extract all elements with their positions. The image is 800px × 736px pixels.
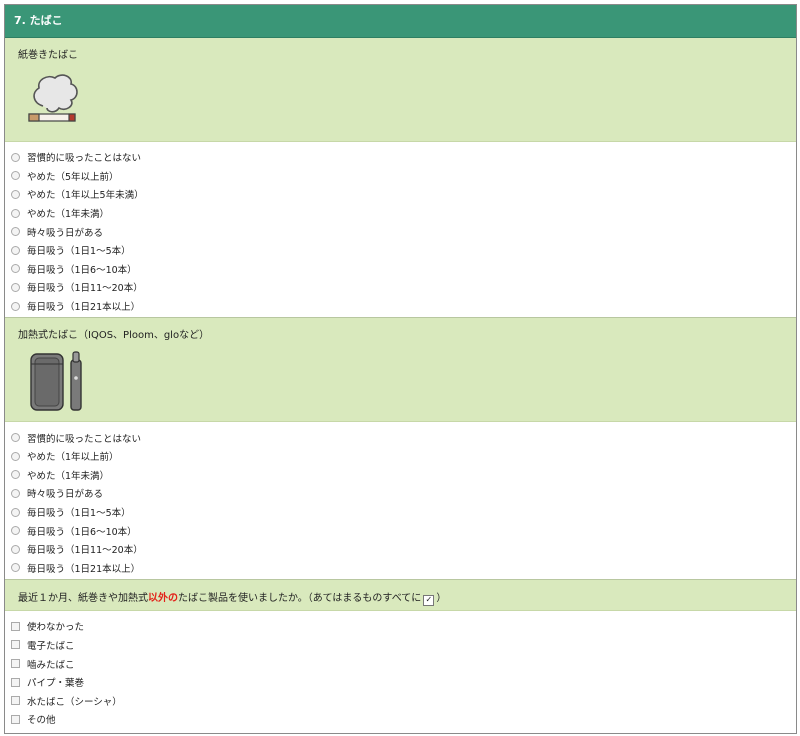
radio-button[interactable] [11, 433, 20, 443]
option-radio[interactable]: 毎日吸う（1日11～20本） [5, 278, 796, 297]
cigarette-options: 習慣的に吸ったことはない やめた（5年以上前） やめた（1年以上5年未満） やめ… [5, 142, 796, 317]
other-tobacco-options: 使わなかった 電子たばこ 嚙みたばこ パイプ・葉巻 水たばこ（シーシャ） その他 [5, 611, 796, 731]
option-radio[interactable]: 習慣的に吸ったことはない [5, 428, 796, 447]
option-radio[interactable]: 毎日吸う（1日6～10本） [5, 260, 796, 279]
radio-button[interactable] [11, 544, 20, 554]
radio-button[interactable] [11, 152, 20, 162]
radio-button[interactable] [11, 171, 20, 181]
heated-tobacco-options: 習慣的に吸ったことはない やめた（1年以上前） やめた（1年未満） 時々吸う日が… [5, 422, 796, 579]
question-panel: 7. たばこ 紙巻きたばこ 習慣的に吸ったことはない やめた（5年以上前） やめ… [4, 4, 797, 734]
option-radio[interactable]: 毎日吸う（1日6～10本） [5, 521, 796, 540]
option-radio[interactable]: やめた（5年以上前） [5, 167, 796, 186]
checkbox[interactable] [11, 696, 20, 706]
question-other-tobacco: 最近１か月、紙巻きや加熱式以外のたばこ製品を使いましたか。（あてはまるものすべて… [5, 579, 796, 612]
checkbox[interactable] [11, 714, 20, 724]
radio-button[interactable] [11, 526, 20, 536]
radio-button[interactable] [11, 282, 20, 292]
question-cigarette: 紙巻きたばこ [5, 38, 796, 142]
check-mark-icon: ✓ [423, 595, 435, 607]
option-radio[interactable]: 毎日吸う（1日1～5本） [5, 241, 796, 260]
radio-button[interactable] [11, 470, 20, 480]
option-radio[interactable]: やめた（1年未満） [5, 466, 796, 485]
option-checkbox[interactable]: 嚙みたばこ [5, 654, 796, 673]
radio-button[interactable] [11, 208, 20, 218]
question-title: 加熱式たばこ（IQOS、Ploom、gloなど） [18, 330, 210, 342]
option-checkbox[interactable]: その他 [5, 710, 796, 729]
radio-button[interactable] [11, 264, 20, 274]
radio-button[interactable] [11, 227, 20, 237]
section-header: 7. たばこ [5, 5, 796, 38]
option-radio[interactable]: やめた（1年以上前） [5, 447, 796, 466]
option-radio[interactable]: 習慣的に吸ったことはない [5, 148, 796, 167]
option-radio[interactable]: 時々吸う日がある [5, 222, 796, 241]
question-title: 最近１か月、紙巻きや加熱式以外のたばこ製品を使いましたか。（あてはまるものすべて… [18, 593, 447, 607]
highlight-text: 以外の [148, 593, 178, 605]
checkbox[interactable] [11, 677, 20, 687]
option-checkbox[interactable]: 水たばこ（シーシャ） [5, 691, 796, 710]
option-radio[interactable]: 時々吸う日がある [5, 484, 796, 503]
checkbox[interactable] [11, 659, 20, 669]
radio-button[interactable] [11, 451, 20, 461]
option-radio[interactable]: 毎日吸う（1日21本以上） [5, 297, 796, 316]
radio-button[interactable] [11, 245, 20, 255]
radio-button[interactable] [11, 301, 20, 311]
cigarette-smoke-icon [28, 74, 78, 122]
question-heated-tobacco: 加熱式たばこ（IQOS、Ploom、gloなど） [5, 317, 796, 423]
heated-tobacco-device-icon [30, 351, 82, 412]
option-checkbox[interactable]: 使わなかった [5, 617, 796, 636]
option-radio[interactable]: 毎日吸う（1日11～20本） [5, 540, 796, 559]
question-title: 紙巻きたばこ [18, 50, 78, 61]
option-radio[interactable]: 毎日吸う（1日21本以上） [5, 559, 796, 578]
radio-button[interactable] [11, 488, 20, 498]
option-radio[interactable]: 毎日吸う（1日1～5本） [5, 503, 796, 522]
option-radio[interactable]: やめた（1年以上5年未満） [5, 185, 796, 204]
option-radio[interactable]: やめた（1年未満） [5, 204, 796, 223]
radio-button[interactable] [11, 189, 20, 199]
option-checkbox[interactable]: パイプ・葉巻 [5, 673, 796, 692]
option-checkbox[interactable]: 電子たばこ [5, 636, 796, 655]
radio-button[interactable] [11, 507, 20, 517]
checkbox[interactable] [11, 621, 20, 631]
radio-button[interactable] [11, 563, 20, 573]
checkbox[interactable] [11, 640, 20, 650]
